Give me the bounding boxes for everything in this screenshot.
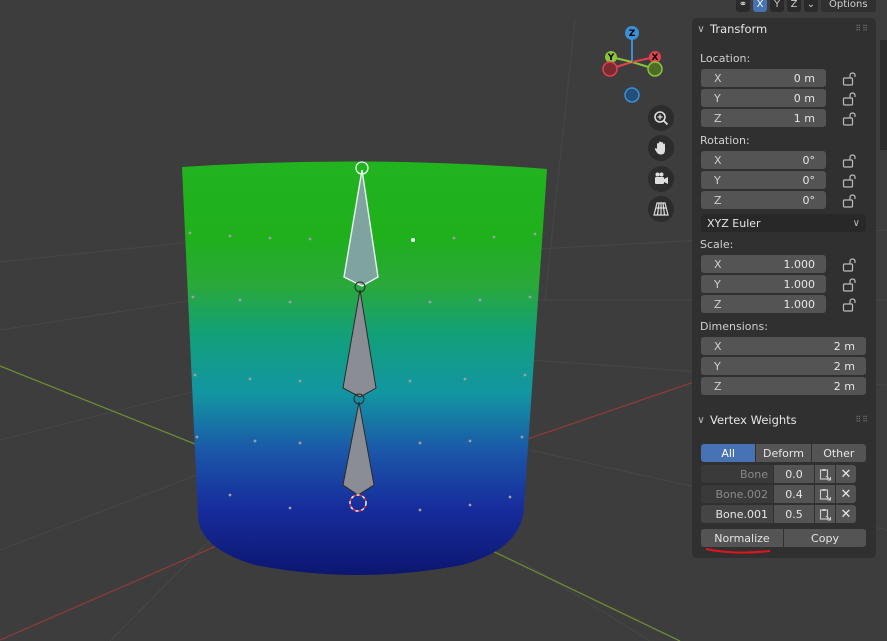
location-x-field[interactable]: X0 m (701, 69, 826, 87)
zoom-button[interactable] (648, 105, 674, 131)
vertex-group-name[interactable]: Bone (701, 465, 773, 483)
transform-header[interactable]: ∨ Transform ⠿⠿ (692, 19, 876, 39)
y-axis-line (509, 379, 701, 446)
options-button[interactable]: Options (821, 0, 876, 12)
paste-icon[interactable] (815, 465, 835, 483)
close-icon[interactable]: ✕ (836, 505, 856, 523)
vertex-group-filter: All Deform Other (701, 444, 866, 462)
zoom-icon (654, 111, 669, 126)
list-item: Bone.001 0.5 ✕ (701, 505, 866, 523)
perspective-toggle-button[interactable] (648, 196, 674, 222)
unlock-icon[interactable] (842, 194, 858, 208)
vertex-weights-actions: Normalize Copy (701, 529, 866, 547)
location-label: Location: (700, 52, 751, 65)
unlock-icon[interactable] (842, 72, 858, 86)
gizmo-neg-z-icon[interactable] (624, 87, 640, 103)
axis-y-toggle[interactable]: Y (770, 0, 784, 12)
vertex-weights-title: Vertex Weights (710, 413, 797, 427)
unlock-icon[interactable] (842, 174, 858, 188)
vertex-group-name[interactable]: Bone.001 (701, 505, 773, 523)
close-icon[interactable]: ✕ (836, 465, 856, 483)
list-item: Bone.002 0.4 ✕ (701, 485, 866, 503)
paste-icon[interactable] (815, 485, 835, 503)
list-item: Bone 0.0 ✕ (701, 465, 866, 483)
copy-button[interactable]: Copy (784, 529, 866, 547)
axis-z-toggle[interactable]: Z (787, 0, 801, 12)
rotation-mode-value: XYZ Euler (707, 216, 761, 230)
camera-view-button[interactable] (648, 166, 674, 192)
axis-x-toggle[interactable]: X (753, 0, 767, 12)
red-underline-annotation (705, 548, 771, 554)
vertex-weight-field[interactable]: 0.4 (774, 485, 814, 503)
filter-all-button[interactable]: All (701, 444, 756, 462)
filter-other-button[interactable]: Other (811, 444, 866, 462)
location-y-field[interactable]: Y0 m (701, 89, 826, 107)
gizmo-z-label: Z (629, 29, 636, 39)
scale-x-field[interactable]: X 1.000 (701, 255, 826, 273)
chevron-down-icon: ∨ (852, 217, 860, 229)
unlock-icon[interactable] (842, 92, 858, 106)
header-axis-toggles: ⚭ X Y Z ⌄ Options (736, 0, 876, 12)
chevron-down-icon[interactable]: ⌄ (804, 0, 818, 12)
vertex-weights-header[interactable]: ∨ Vertex Weights ⠿⠿ (692, 410, 876, 430)
unlock-icon[interactable] (842, 258, 858, 272)
rotation-x-field[interactable]: X 0° (701, 151, 826, 169)
dimensions-x-field[interactable]: X2 m (701, 337, 866, 355)
grid-perspective-icon (653, 202, 669, 216)
sidebar-item-panel: ∨ Transform ⠿⠿ Location: X0 m Y0 m Z1 m … (692, 18, 876, 558)
chevron-down-icon: ∨ (697, 414, 705, 426)
navigation-gizmo[interactable]: Z Y X (602, 26, 663, 103)
dimensions-y-field[interactable]: Y2 m (701, 357, 866, 375)
vertex-group-name[interactable]: Bone.002 (701, 485, 773, 503)
hand-icon (654, 141, 665, 155)
vertex-weight-field[interactable]: 0.5 (774, 505, 814, 523)
unlock-icon[interactable] (842, 298, 858, 312)
scale-z-field[interactable]: Z 1.000 (701, 295, 826, 313)
paste-icon[interactable] (815, 505, 835, 523)
drag-handle-icon[interactable]: ⠿⠿ (855, 415, 869, 424)
normalize-button[interactable]: Normalize (701, 529, 783, 547)
chevron-down-icon: ∨ (697, 23, 705, 35)
y-axis-line-left (0, 539, 231, 641)
dimensions-label: Dimensions: (700, 320, 768, 333)
gizmo-neg-y-icon[interactable] (647, 61, 663, 77)
filter-deform-button[interactable]: Deform (756, 444, 811, 462)
rotation-y-field[interactable]: Y 0° (701, 171, 826, 189)
transform-title: Transform (710, 22, 768, 36)
sidebar-tab-strip[interactable] (880, 40, 887, 150)
unlock-icon[interactable] (842, 278, 858, 292)
scale-y-field[interactable]: Y 1.000 (701, 275, 826, 293)
camera-icon (655, 172, 668, 184)
object-origin (411, 238, 415, 242)
unlock-icon[interactable] (842, 154, 858, 168)
drag-handle-icon[interactable]: ⠿⠿ (855, 24, 869, 33)
dimensions-z-field[interactable]: Z2 m (701, 377, 866, 395)
vertex-weight-field[interactable]: 0.0 (774, 465, 814, 483)
x-axis-line-right (479, 544, 681, 641)
location-z-field[interactable]: Z1 m (701, 109, 826, 127)
pan-button[interactable] (648, 135, 674, 161)
rotation-z-field[interactable]: Z 0° (701, 191, 826, 209)
scale-label: Scale: (700, 238, 734, 251)
close-icon[interactable]: ✕ (836, 485, 856, 503)
gizmo-neg-x-icon[interactable] (602, 61, 618, 77)
mirror-icon[interactable]: ⚭ (736, 0, 750, 12)
unlock-icon[interactable] (842, 112, 858, 126)
rotation-mode-dropdown[interactable]: XYZ Euler ∨ (701, 214, 866, 232)
rotation-label: Rotation: (700, 134, 750, 147)
